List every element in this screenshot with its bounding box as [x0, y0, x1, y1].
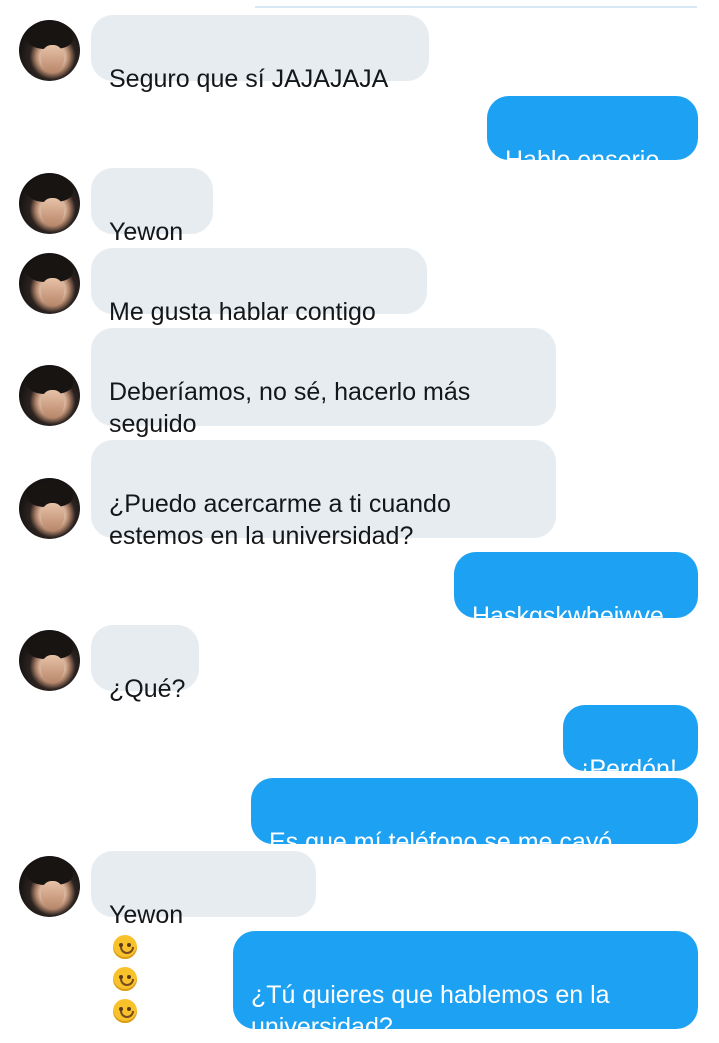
message-bubble-sent[interactable]: ¿Tú quieres que hablemos en la universid…: [233, 931, 698, 1041]
contact-avatar[interactable]: [19, 630, 80, 691]
message-bubble-received[interactable]: Me gusta hablar contigo: [91, 248, 427, 326]
message-bubble-received[interactable]: Yewon: [91, 851, 316, 1023]
message-text: ¿Tú quieres que hablemos en la universid…: [251, 981, 610, 1041]
message-text: Haskgskwheiwve: [472, 602, 664, 630]
message-text: Yewon: [109, 901, 184, 929]
message-text: Yewon: [109, 218, 184, 246]
message-text: Deberíamos, no sé, hacerlo más seguido: [109, 378, 471, 438]
message-bubble-sent[interactable]: ¡Perdón!: [563, 705, 698, 783]
contact-avatar[interactable]: [19, 856, 80, 917]
message-bubble-sent[interactable]: Hablo enserio: [487, 96, 698, 174]
message-text: Es que mí teléfono se me cayó: [269, 828, 613, 856]
message-bubble-received[interactable]: ¿Qué?: [91, 625, 199, 703]
message-text: Me gusta hablar contigo: [109, 298, 376, 326]
top-divider-line: [255, 6, 697, 8]
contact-avatar[interactable]: [19, 365, 80, 426]
contact-avatar[interactable]: [19, 478, 80, 539]
contact-avatar[interactable]: [19, 20, 80, 81]
message-text: ¿Qué?: [109, 675, 186, 703]
message-text: ¿Puedo acercarme a ti cuando estemos en …: [109, 490, 451, 550]
message-bubble-received[interactable]: Deberíamos, no sé, hacerlo más seguido: [91, 328, 556, 438]
contact-avatar[interactable]: [19, 253, 80, 314]
contact-avatar[interactable]: [19, 173, 80, 234]
message-bubble-sent[interactable]: Es que mí teléfono se me cayó: [251, 778, 698, 886]
message-bubble-received[interactable]: ¿Puedo acercarme a ti cuando estemos en …: [91, 440, 556, 550]
message-bubble-received[interactable]: Seguro que sí JAJAJAJA: [91, 15, 429, 93]
laughing-emoji-icon: [113, 999, 137, 1023]
message-text: Seguro que sí JAJAJAJA: [109, 65, 389, 93]
message-bubble-received[interactable]: Yewon: [91, 168, 213, 246]
laughing-emoji-icon: [113, 935, 137, 959]
message-text: Hablo enserio: [505, 146, 660, 174]
laughing-emoji-icon: [113, 967, 137, 991]
message-bubble-sent[interactable]: Haskgskwheiwve: [454, 552, 698, 630]
